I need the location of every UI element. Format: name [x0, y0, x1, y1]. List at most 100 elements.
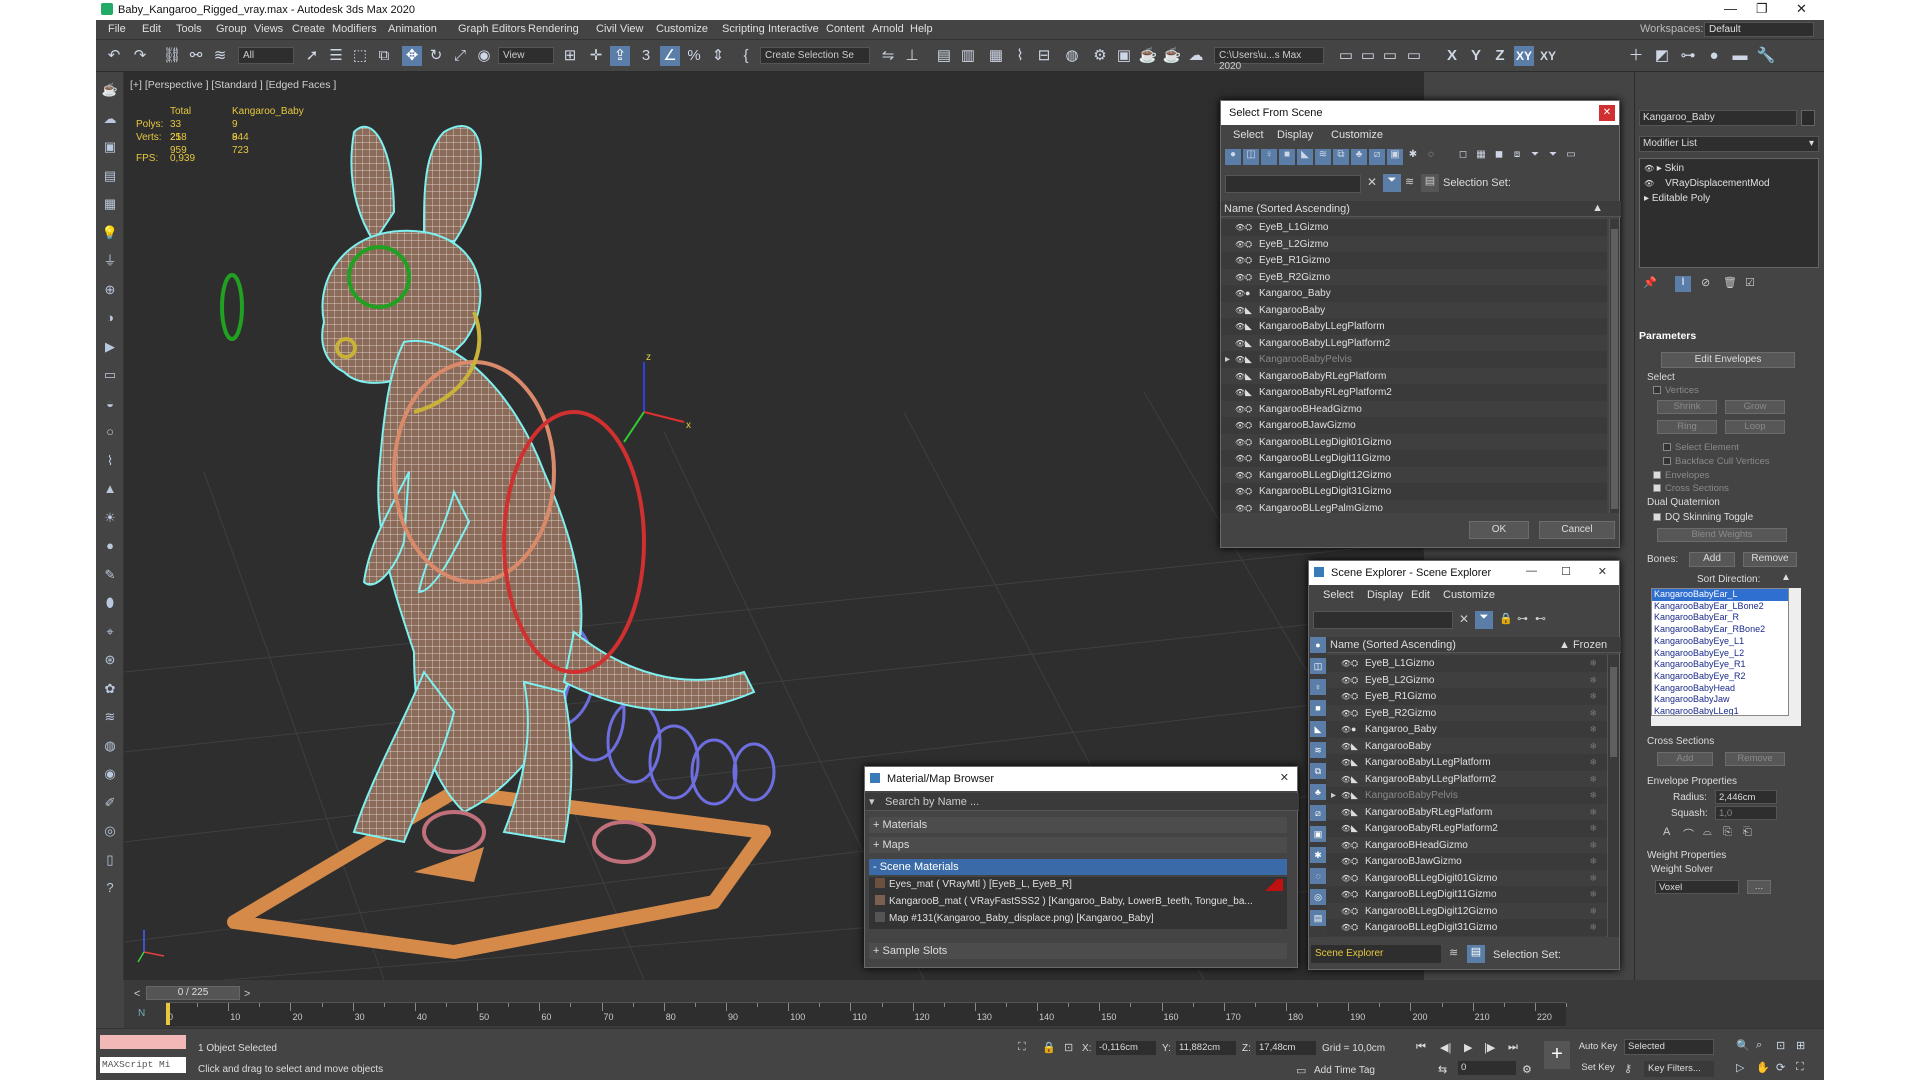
- list-item[interactable]: 👁◣ KangarooBabyRLegPlatform: [1221, 367, 1607, 384]
- list-item[interactable]: 👁⛭ EyeB_R2Gizmo: [1221, 268, 1607, 285]
- selection-set-icon[interactable]: ▤: [1467, 945, 1485, 963]
- menu-customize[interactable]: Customize: [1331, 129, 1383, 141]
- pan-icon[interactable]: ✋: [1756, 1061, 1770, 1074]
- render-setup-icon[interactable]: ⚙: [1090, 46, 1110, 66]
- list-item[interactable]: ▸ 👁◣ KangarooBabyPelvis: [1221, 351, 1607, 367]
- list-item[interactable]: 👁◣ KangarooBabyLLegPlatform2: [1221, 334, 1607, 351]
- menu-customize[interactable]: Customize: [1443, 589, 1495, 601]
- menu-group[interactable]: Group: [216, 23, 247, 35]
- frozen-filter-icon[interactable]: ✱: [1405, 149, 1421, 165]
- minimize-icon[interactable]: —: [1724, 1, 1737, 16]
- list-item[interactable]: 👁⛭ KangarooBJawGizmo ❄: [1327, 853, 1607, 869]
- ring-button[interactable]: Ring: [1657, 420, 1717, 434]
- select-by-name-icon[interactable]: ☰: [326, 46, 346, 66]
- bones-list[interactable]: KangarooBabyEar_L KangarooBabyEar_LBone2 K…: [1651, 588, 1789, 716]
- zoom-icon[interactable]: 🔍: [1736, 1039, 1750, 1052]
- current-frame-marker[interactable]: [166, 1003, 170, 1025]
- minimize-icon[interactable]: —: [1526, 565, 1537, 577]
- undo-icon[interactable]: ↶: [104, 46, 124, 66]
- keyboard-shortcut-icon[interactable]: ⇪: [610, 46, 630, 66]
- ok-button[interactable]: OK: [1469, 521, 1529, 539]
- material-icon[interactable]: ◍: [100, 736, 120, 756]
- rect-selection-icon[interactable]: ⬚: [350, 46, 370, 66]
- filter-icon[interactable]: ⏷: [1527, 149, 1543, 165]
- maxscript-listener[interactable]: [100, 1035, 186, 1049]
- list-item[interactable]: 👁◣ KangarooBaby ❄: [1327, 737, 1607, 754]
- display-tab-icon[interactable]: ▬: [1730, 46, 1750, 66]
- list-item[interactable]: 👁⛭ KangarooBLLegDigit12Gizmo ❄: [1327, 902, 1607, 919]
- auto-key-button[interactable]: Auto Key: [1576, 1041, 1620, 1055]
- project-settings-icon[interactable]: ▭: [1404, 46, 1424, 66]
- list-item[interactable]: 👁⛭ KangarooBLLegDigit11Gizmo: [1221, 450, 1607, 466]
- table-icon[interactable]: ▦: [100, 194, 120, 214]
- key-filters-button[interactable]: Key Filters...: [1644, 1061, 1714, 1077]
- material-row[interactable]: Eyes_mat ( VRayMtl ) [EyeB_L, EyeB_R]: [869, 877, 1287, 893]
- list-item[interactable]: 👁⛭KangarooBLLegPalmGizmo❄: [1327, 935, 1607, 937]
- set-key-big-icon[interactable]: +: [1544, 1041, 1570, 1069]
- blend-weights-button[interactable]: Blend Weights: [1657, 528, 1787, 542]
- radius-spinner[interactable]: 2,446cm: [1715, 790, 1777, 804]
- hierarchy-tab-icon[interactable]: ⊶: [1678, 46, 1698, 66]
- maximize-icon[interactable]: ☐: [1561, 565, 1571, 578]
- snap-toggle-icon[interactable]: 3: [636, 46, 656, 66]
- bone-item[interactable]: KangarooBabyEar_R: [1652, 612, 1788, 624]
- link-icon[interactable]: ⛓: [162, 46, 182, 66]
- menu-select[interactable]: Select: [1323, 589, 1354, 601]
- bone-item[interactable]: KangarooBabyEye_L2: [1652, 648, 1788, 660]
- workspace-dropdown[interactable]: Default: [1704, 22, 1814, 37]
- visible-filter-icon[interactable]: ◻: [1455, 149, 1471, 165]
- absolute-mode-icon[interactable]: ⊡: [1064, 1041, 1073, 1054]
- list-item[interactable]: 👁⛭ EyeB_L2Gizmo: [1221, 235, 1607, 252]
- pin-stack-icon[interactable]: 📌: [1643, 276, 1657, 289]
- bone-item[interactable]: KangarooBabyEye_R1: [1652, 659, 1788, 671]
- helpers-icon[interactable]: ◣: [1310, 721, 1326, 737]
- select-manipulate-icon[interactable]: ✛: [586, 46, 606, 66]
- explorer-selector-dropdown[interactable]: Scene Explorer: [1311, 945, 1441, 963]
- set-key-button[interactable]: Set Key: [1576, 1062, 1620, 1076]
- menu-views[interactable]: Views: [254, 23, 283, 35]
- cloud-icon[interactable]: ☁: [100, 109, 120, 129]
- mirror-icon[interactable]: ⇋: [878, 46, 898, 66]
- edit-envelopes-button[interactable]: Edit Envelopes: [1661, 352, 1795, 368]
- help-icon[interactable]: ?: [100, 878, 120, 898]
- hierarchy-icon[interactable]: ⊶: [1517, 612, 1528, 625]
- viewport-label[interactable]: [+] [Perspective ] [Standard ] [Edged Fa…: [130, 79, 336, 91]
- scrollbar[interactable]: [1607, 655, 1619, 937]
- cameras-filter-icon[interactable]: ■: [1279, 149, 1295, 165]
- containers-filter-icon[interactable]: ▣: [1387, 149, 1403, 165]
- list-item[interactable]: 👁⛭ KangarooBLLegDigit11Gizmo ❄: [1327, 886, 1607, 902]
- backface-cull-checkbox[interactable]: Backface Cull Vertices: [1663, 456, 1770, 467]
- list-item[interactable]: 👁◣ KangarooBabyLLegPlatform2 ❄: [1327, 770, 1607, 787]
- bone-item[interactable]: KangarooBabyEye_R2: [1652, 671, 1788, 683]
- project-folder-icon[interactable]: ▭: [1336, 46, 1356, 66]
- selection-filter-dropdown[interactable]: All: [238, 47, 294, 64]
- video-icon[interactable]: ▶: [100, 337, 120, 357]
- display-none-icon[interactable]: ◼: [1491, 149, 1507, 165]
- material-row[interactable]: Map #131(Kangaroo_Baby_displace.png) [Ka…: [869, 911, 1287, 927]
- time-config-icon[interactable]: ⚙: [1522, 1063, 1532, 1076]
- axis-z-button[interactable]: Z: [1490, 46, 1510, 66]
- menu-rendering[interactable]: Rendering: [528, 23, 579, 35]
- speaker-icon[interactable]: ◑: [100, 308, 120, 328]
- select-element-checkbox[interactable]: Select Element: [1663, 442, 1739, 453]
- list-item[interactable]: 👁⛭ KangarooBLLegDigit31Gizmo: [1221, 483, 1607, 499]
- zoom-extents-icon[interactable]: ⊡: [1776, 1039, 1785, 1052]
- menu-scripting[interactable]: Scripting: [722, 23, 765, 35]
- bone-item[interactable]: KangarooBabyLLeg1: [1652, 706, 1788, 715]
- set-project-icon[interactable]: ▭: [1380, 46, 1400, 66]
- go-to-end-icon[interactable]: ⏭: [1508, 1041, 1518, 1054]
- teapot-icon[interactable]: ☕: [100, 80, 120, 100]
- invert-display-icon[interactable]: ⧈: [1509, 149, 1525, 165]
- list-item[interactable]: 👁◣ KangarooBaby: [1221, 301, 1607, 318]
- menu-interactive[interactable]: Interactive: [768, 23, 819, 35]
- list-item[interactable]: 👁⛭ EyeB_L1Gizmo: [1221, 219, 1607, 235]
- search-input[interactable]: [1225, 175, 1361, 193]
- layers-icon[interactable]: ≋: [1405, 175, 1414, 188]
- list-item[interactable]: 👁◣ KangarooBabyLLegPlatform: [1221, 318, 1607, 334]
- bones-icon[interactable]: ⧄: [1310, 805, 1326, 821]
- key-mode-icon[interactable]: ⇆: [1438, 1063, 1447, 1076]
- list-item[interactable]: 👁⛭ KangarooBLLegDigit31Gizmo ❄: [1327, 919, 1607, 935]
- menu-graph-editors[interactable]: Graph Editors: [458, 23, 526, 35]
- sun-icon[interactable]: ☀: [100, 508, 120, 528]
- bones-scrollbar[interactable]: [1789, 588, 1801, 716]
